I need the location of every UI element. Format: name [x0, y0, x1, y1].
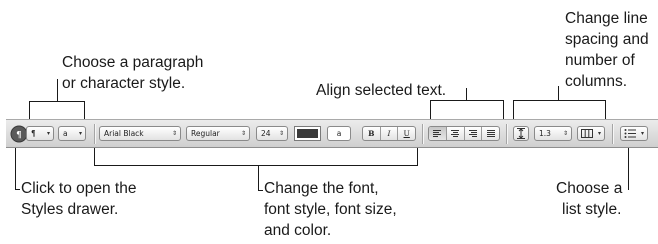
callout-line: Align selected text.: [316, 82, 447, 99]
toolbar-divider: [612, 124, 613, 144]
stepper-arrows-icon: ⇕: [562, 130, 568, 137]
font-leader-tick: [258, 190, 263, 191]
highlight-glyph: a: [336, 129, 342, 138]
align-bracket-left: [430, 100, 431, 119]
stepper-arrows-icon: ⇕: [240, 130, 246, 137]
align-justify-button[interactable]: [481, 127, 499, 140]
font-bracket-right: [417, 148, 418, 166]
font-style-value: Regular: [191, 129, 220, 138]
align-left-button[interactable]: [429, 127, 446, 140]
spacing-leader: [558, 86, 559, 100]
text-color-swatch: [297, 129, 318, 138]
spacing-callout: Change line spacing and number of column…: [565, 8, 649, 92]
callout-line: columns.: [565, 73, 628, 90]
align-center-icon: [451, 130, 460, 137]
callout-line: Choose a: [556, 180, 623, 197]
spacing-bracket-bar: [513, 100, 606, 101]
format-bar: ¶ ¶ ▾ a ▾ Arial Black ⇕ Regular ⇕ 24 ⇕ a…: [6, 119, 658, 148]
toolbar-divider: [94, 124, 95, 144]
svg-text:¶: ¶: [16, 131, 22, 141]
callout-line: and color.: [264, 222, 332, 239]
drawer-leader-tick: [15, 189, 20, 190]
list-style-callout: Choose a list style.: [554, 178, 622, 220]
callout-line: Choose a paragraph: [62, 54, 204, 71]
drawer-leader: [15, 147, 16, 190]
chevron-down-icon: ▾: [78, 130, 82, 137]
align-left-icon: [433, 130, 442, 137]
chevron-down-icon: ▾: [597, 130, 601, 137]
chevron-down-icon: ▾: [46, 130, 50, 137]
stepper-arrows-icon: ⇕: [278, 130, 284, 137]
align-bracket-right: [503, 100, 504, 119]
align-center-button[interactable]: [445, 127, 464, 140]
text-color-well[interactable]: [294, 126, 321, 141]
line-spacing-icon: [517, 128, 525, 139]
font-style-popup[interactable]: Regular ⇕: [186, 126, 250, 141]
callout-line: or character style.: [62, 75, 186, 92]
font-family-value: Arial Black: [104, 129, 144, 138]
style-leader: [57, 79, 58, 101]
align-callout: Align selected text.: [316, 80, 446, 101]
toolbar-divider: [422, 124, 423, 144]
stepper-arrows-icon: ⇕: [171, 130, 177, 137]
line-spacing-value: 1.3: [539, 129, 551, 138]
font-callout: Change the font, font style, font size, …: [264, 178, 397, 241]
paragraph-style-glyph: ¶: [31, 129, 36, 138]
alignment-buttons: [428, 126, 500, 141]
paragraph-style-callout: Choose a paragraph or character style.: [62, 52, 203, 94]
font-family-popup[interactable]: Arial Black ⇕: [99, 126, 181, 141]
line-spacing-icon-button[interactable]: [513, 126, 529, 141]
paragraph-style-popup[interactable]: ¶ ▾: [26, 126, 54, 141]
spacing-bracket-right: [605, 100, 606, 119]
font-bracket-left: [94, 148, 95, 166]
callout-line: number of: [565, 52, 635, 69]
align-bracket-bar: [430, 100, 504, 101]
columns-icon: [581, 129, 593, 138]
styles-drawer-callout: Click to open the Styles drawer.: [21, 178, 136, 220]
italic-button[interactable]: I: [379, 127, 398, 140]
font-size-value: 24: [261, 129, 271, 138]
style-bracket-left: [29, 101, 30, 119]
font-bracket-bar: [94, 165, 418, 166]
columns-popup[interactable]: ▾: [577, 126, 605, 141]
callout-line: Change line: [565, 10, 648, 27]
highlight-color-button[interactable]: a: [327, 126, 351, 141]
toolbar-divider: [506, 124, 507, 144]
font-emphasis-buttons: B I U: [362, 126, 416, 141]
callout-line: Change the font,: [264, 180, 379, 197]
list-style-popup[interactable]: ▾: [620, 126, 648, 141]
character-style-popup[interactable]: a ▾: [58, 126, 86, 141]
chevron-down-icon: ▾: [640, 130, 644, 137]
callout-line: Styles drawer.: [21, 201, 119, 218]
align-right-icon: [468, 130, 477, 137]
list-style-icon: [624, 129, 636, 138]
callout-line: spacing and: [565, 31, 649, 48]
align-leader: [466, 88, 467, 100]
callout-line: Click to open the: [21, 180, 137, 197]
list-leader: [628, 148, 629, 190]
font-leader: [258, 165, 259, 191]
underline-button[interactable]: U: [397, 127, 415, 140]
callout-line: font style, font size,: [264, 201, 397, 218]
align-justify-icon: [486, 130, 495, 137]
spacing-bracket-left: [513, 100, 514, 119]
style-bracket-bar: [29, 101, 85, 102]
align-right-button[interactable]: [463, 127, 482, 140]
character-style-glyph: a: [63, 129, 68, 138]
callout-line: list style.: [562, 201, 622, 218]
bold-button[interactable]: B: [363, 127, 380, 140]
line-spacing-popup[interactable]: 1.3 ⇕: [534, 126, 572, 141]
font-size-popup[interactable]: 24 ⇕: [256, 126, 288, 141]
style-bracket-right: [84, 101, 85, 119]
